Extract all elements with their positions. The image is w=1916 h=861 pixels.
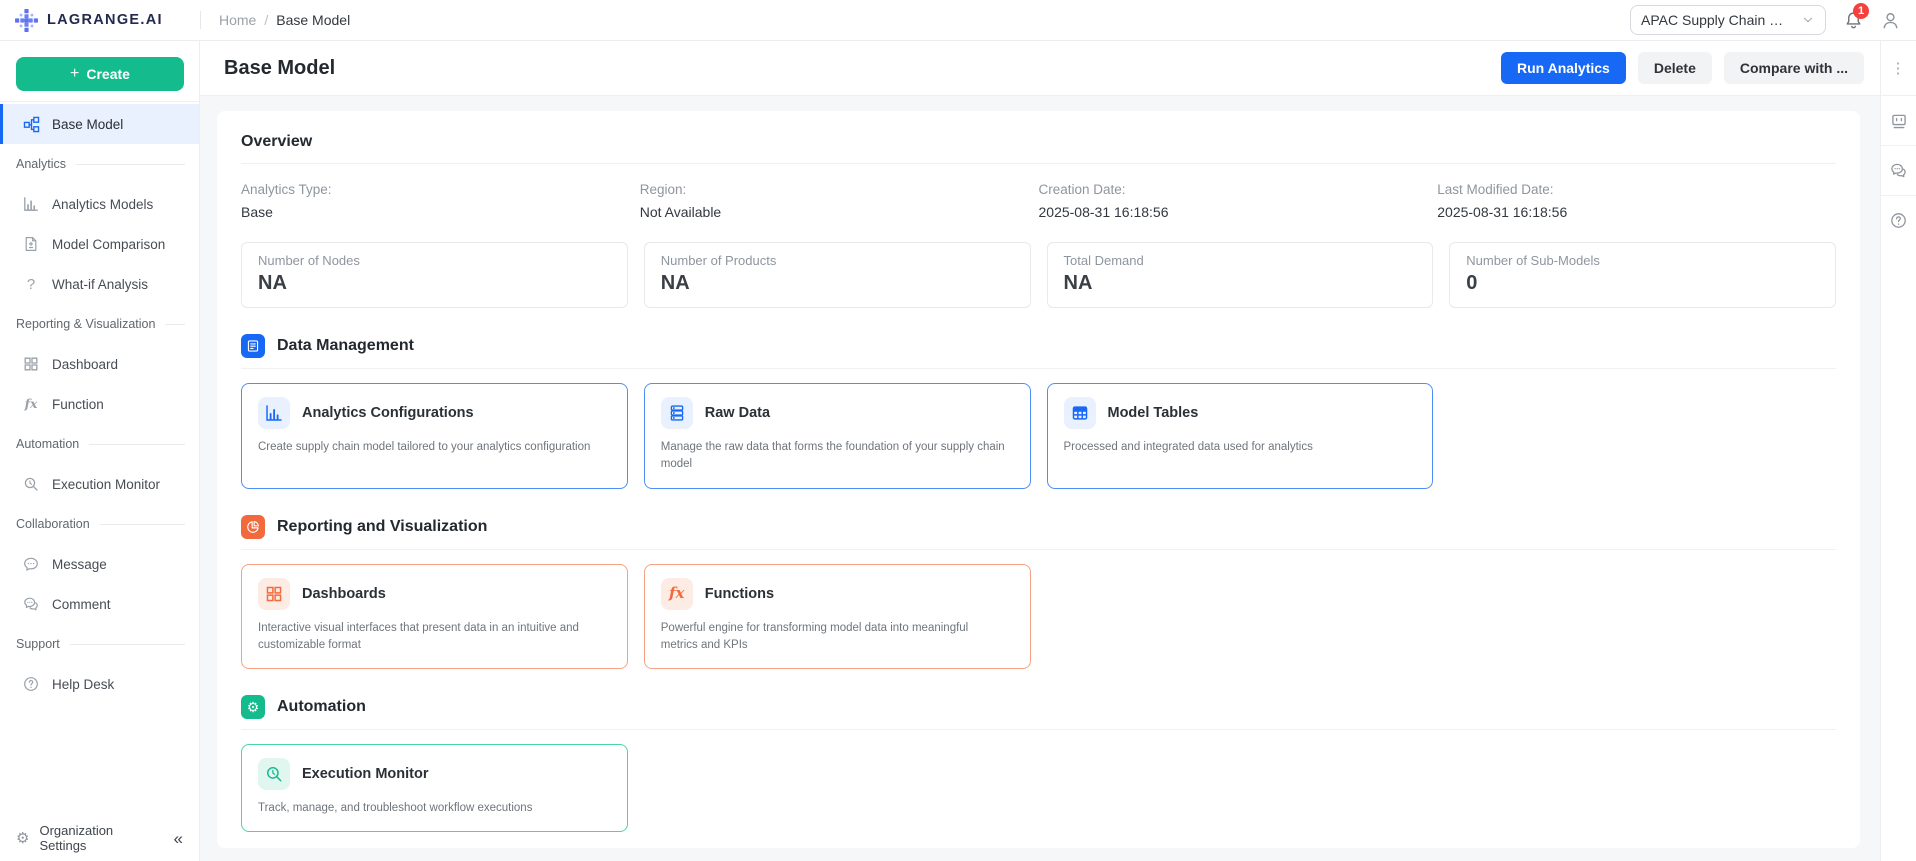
notification-badge: 1 (1853, 3, 1869, 19)
run-analytics-button[interactable]: Run Analytics (1501, 52, 1626, 84)
stat-number-of-nodes: Number of Nodes NA (241, 242, 628, 308)
collapse-sidebar-icon[interactable]: « (174, 830, 183, 847)
sidebar-section-analytics: Analytics (0, 144, 199, 184)
sidebar-item-dashboard[interactable]: Dashboard (0, 344, 199, 384)
comments-panel-button[interactable] (1881, 146, 1916, 195)
content-area: Overview Analytics Type: Base Region: No… (200, 96, 1880, 861)
fx-icon: fx (22, 395, 40, 413)
topbar: LAGRANGE.AI Home / Base Model APAC Suppl… (0, 0, 1916, 41)
logo-icon (14, 8, 39, 33)
grid-icon (258, 578, 290, 610)
card-dashboards[interactable]: Dashboards Interactive visual interfaces… (241, 564, 628, 670)
user-icon (1881, 11, 1900, 30)
gear-icon: ⚙ (241, 695, 265, 719)
plus-icon: + (70, 66, 79, 82)
field-last-modified-date: Last Modified Date: 2025-08-31 16:18:56 (1437, 182, 1836, 220)
card-functions[interactable]: fx Functions Powerful engine for transfo… (644, 564, 1031, 670)
stats-row: Number of Nodes NA Number of Products NA… (241, 242, 1836, 308)
logo[interactable]: LAGRANGE.AI (0, 8, 200, 33)
sidebar-item-what-if-analysis[interactable]: ? What-if Analysis (0, 264, 199, 304)
help-circle-icon (1890, 212, 1907, 229)
sidebar-item-help-desk[interactable]: Help Desk (0, 664, 199, 704)
sidebar-item-base-model[interactable]: Base Model (0, 104, 199, 144)
bar-chart-icon (258, 397, 290, 429)
help-panel-button[interactable] (1881, 196, 1916, 245)
overview-title: Overview (241, 133, 1836, 151)
org-chart-icon (22, 115, 40, 133)
delete-button[interactable]: Delete (1638, 52, 1712, 84)
database-icon (661, 397, 693, 429)
robot-icon (1890, 112, 1908, 130)
sidebar-item-message[interactable]: Message (0, 544, 199, 584)
sidebar-item-execution-monitor[interactable]: Execution Monitor (0, 464, 199, 504)
create-button[interactable]: + Create (16, 57, 184, 91)
assistant-bot-button[interactable] (1881, 96, 1916, 145)
comment-bubbles-icon (22, 595, 40, 613)
more-vertical-icon: ⋮ (1891, 59, 1907, 77)
document-compare-icon (22, 235, 40, 253)
fx-icon: fx (661, 578, 693, 610)
data-management-icon (241, 334, 265, 358)
more-actions-button[interactable]: ⋮ (1881, 41, 1916, 96)
section-reporting-visualization: Reporting and Visualization Dashboards I… (241, 515, 1836, 670)
field-region: Region: Not Available (640, 182, 1039, 220)
section-automation: ⚙ Automation Execution Monitor Track, ma… (241, 695, 1836, 832)
overview-panel: Overview Analytics Type: Base Region: No… (217, 111, 1860, 848)
message-bubble-icon (22, 555, 40, 573)
workspace-select[interactable]: APAC Supply Chain Net... (1630, 5, 1826, 35)
card-model-tables[interactable]: Model Tables Processed and integrated da… (1047, 383, 1434, 489)
table-icon (1064, 397, 1096, 429)
sidebar-section-collaboration: Collaboration (0, 504, 199, 544)
stat-number-of-sub-models: Number of Sub-Models 0 (1449, 242, 1836, 308)
sidebar: + Create Base Model Analytics Analytics … (0, 41, 200, 861)
breadcrumb: Home / Base Model (201, 12, 350, 28)
sidebar-item-analytics-models[interactable]: Analytics Models (0, 184, 199, 224)
sidebar-section-support: Support (0, 624, 199, 664)
stat-number-of-products: Number of Products NA (644, 242, 1031, 308)
breadcrumb-separator: / (264, 12, 268, 28)
workspace-select-value: APAC Supply Chain Net... (1641, 12, 1793, 28)
logo-text: LAGRANGE.AI (47, 12, 163, 28)
breadcrumb-home[interactable]: Home (219, 12, 256, 28)
breadcrumb-current: Base Model (276, 12, 350, 28)
stat-total-demand: Total Demand NA (1047, 242, 1434, 308)
gear-icon: ⚙ (16, 831, 29, 846)
pie-chart-icon (241, 515, 265, 539)
sidebar-section-automation: Automation (0, 424, 199, 464)
sidebar-item-comment[interactable]: Comment (0, 584, 199, 624)
bar-chart-icon (22, 195, 40, 213)
sidebar-item-model-comparison[interactable]: Model Comparison (0, 224, 199, 264)
user-menu-button[interactable] (1881, 11, 1900, 30)
card-raw-data[interactable]: Raw Data Manage the raw data that forms … (644, 383, 1031, 489)
magnifier-icon (258, 758, 290, 790)
field-analytics-type: Analytics Type: Base (241, 182, 640, 220)
right-rail: ⋮ (1880, 41, 1916, 861)
overview-fields: Analytics Type: Base Region: Not Availab… (241, 182, 1836, 220)
sidebar-item-function[interactable]: fx Function (0, 384, 199, 424)
help-circle-icon (22, 675, 40, 693)
compare-with-button[interactable]: Compare with ... (1724, 52, 1864, 84)
page-title: Base Model (224, 57, 335, 80)
magnifier-icon (22, 475, 40, 493)
field-creation-date: Creation Date: 2025-08-31 16:18:56 (1039, 182, 1438, 220)
card-execution-monitor[interactable]: Execution Monitor Track, manage, and tro… (241, 744, 628, 832)
grid-icon (22, 355, 40, 373)
chevron-down-icon (1801, 13, 1815, 27)
sidebar-section-reporting: Reporting & Visualization (0, 304, 199, 344)
question-icon: ? (22, 275, 40, 293)
comment-bubbles-icon (1890, 162, 1907, 179)
organization-settings-button[interactable]: ⚙ Organization Settings « (0, 815, 199, 861)
section-data-management: Data Management Analytics Configurations… (241, 334, 1836, 489)
page-header: Base Model Run Analytics Delete Compare … (200, 41, 1880, 96)
card-analytics-configurations[interactable]: Analytics Configurations Create supply c… (241, 383, 628, 489)
main-area: Base Model Run Analytics Delete Compare … (200, 41, 1880, 861)
notifications-button[interactable]: 1 (1844, 11, 1863, 30)
